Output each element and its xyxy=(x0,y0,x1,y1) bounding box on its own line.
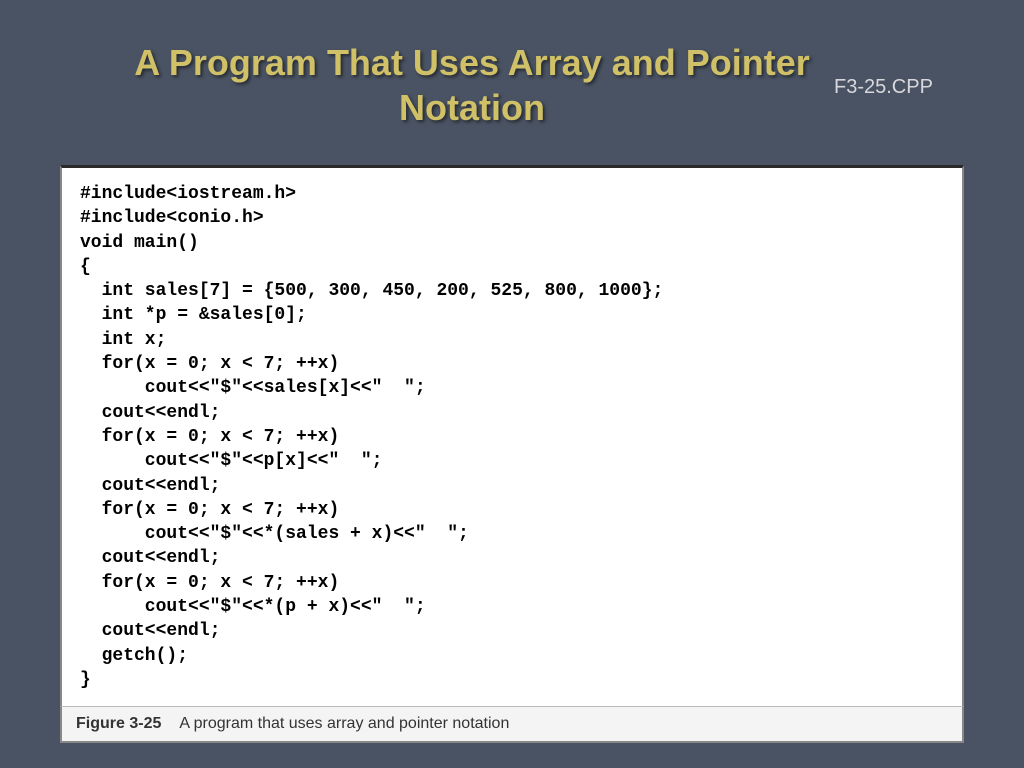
code-container: #include<iostream.h> #include<conio.h> v… xyxy=(60,165,964,706)
filename-label: F3-25.CPP xyxy=(834,71,994,99)
caption-label: Figure 3-25 xyxy=(76,715,161,732)
slide-title: A Program That Uses Array and Pointer No… xyxy=(30,40,834,130)
code-block: #include<iostream.h> #include<conio.h> v… xyxy=(62,168,962,706)
header-row: A Program That Uses Array and Pointer No… xyxy=(0,0,1024,140)
caption-text: A program that uses array and pointer no… xyxy=(179,715,509,732)
figure-caption: Figure 3-25 A program that uses array and… xyxy=(60,706,964,743)
slide: A Program That Uses Array and Pointer No… xyxy=(0,0,1024,768)
